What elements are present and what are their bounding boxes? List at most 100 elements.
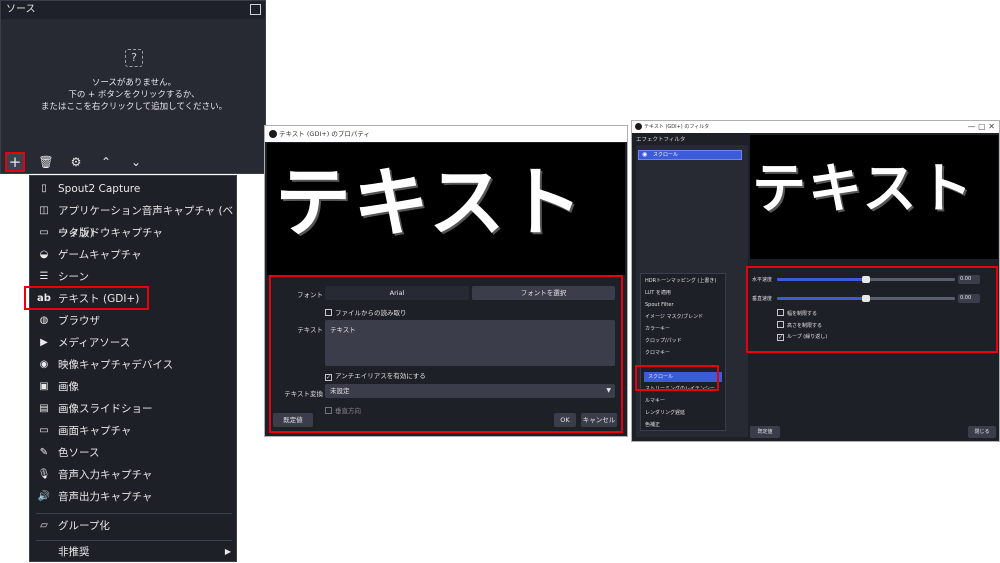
menu-item-app-audio[interactable]: ◫ アプリケーション音声キャプチャ (ベータ版)	[30, 200, 236, 239]
undock-icon[interactable]	[250, 4, 261, 15]
defaults-button[interactable]: 既定値	[273, 413, 313, 427]
sources-title: ソース	[6, 4, 36, 15]
limit-width-checkbox[interactable]: 幅を制限する	[777, 309, 817, 317]
menu-item-label: 映像キャプチャデバイス	[58, 359, 174, 371]
empty-line-2: 下の + ボタンをクリックするか、	[68, 90, 200, 100]
sources-empty-message[interactable]: ? ソースがありません。 下の + ボタンをクリックするか、 またはここを右クリ…	[1, 49, 267, 113]
dropdown-arrow-icon: ▼	[606, 387, 611, 394]
menu-item-browser[interactable]: ◍ ブラウザ	[30, 310, 236, 332]
v-speed-slider[interactable]	[777, 295, 955, 302]
filter-menu-item[interactable]: LUT を適用	[641, 288, 721, 298]
menu-item-label: グループ化	[58, 520, 110, 532]
vertical-checkbox[interactable]: 垂直方向	[325, 405, 361, 415]
menu-separator	[36, 513, 232, 514]
microphone-icon: 🎙	[37, 469, 51, 480]
menu-item-media-source[interactable]: ▶ メディアソース	[30, 332, 236, 354]
limit-height-checkbox[interactable]: 高さを制限する	[777, 321, 822, 329]
from-file-checkbox[interactable]: ファイルからの読み取り	[325, 307, 407, 317]
menu-item-label: メディアソース	[58, 337, 131, 349]
menu-item-label: 音声入力キャプチャ	[58, 469, 153, 481]
menu-item-scene[interactable]: ☰ シーン	[30, 266, 236, 288]
loop-label: ループ (繰り返し)	[787, 334, 828, 340]
menu-item-window-capture[interactable]: ▭ ウィンドウキャプチャ	[30, 222, 236, 244]
window-controls[interactable]: — ▢ ✕	[968, 121, 995, 133]
menu-item-image[interactable]: ▣ 画像	[30, 376, 236, 398]
filter-menu-item[interactable]: HDRトーンマッピング (上書き)	[641, 276, 721, 286]
gear-icon[interactable]: ⚙	[67, 155, 85, 169]
antialias-checkbox[interactable]: ✓ アンチエイリアスを有効にする	[325, 370, 426, 381]
checkbox-box[interactable]	[777, 309, 784, 316]
checkbox-checked[interactable]: ✓	[777, 334, 784, 341]
highlight-text-gdi	[24, 286, 149, 310]
filters-titlebar: テキスト (GDI+) のフィルタ — ▢ ✕	[632, 121, 999, 133]
checkbox-box[interactable]	[325, 309, 332, 316]
slider-handle[interactable]	[862, 276, 870, 283]
menu-item-audio-output[interactable]: 🔊 音声出力キャプチャ	[30, 486, 236, 508]
add-source-menu: ▯ Spout2 Capture ◫ アプリケーション音声キャプチャ (ベータ版) …	[29, 175, 237, 562]
chevron-up-icon[interactable]: ⌃	[97, 155, 115, 169]
limit-height-label: 高さを制限する	[787, 323, 823, 329]
vertical-label: 垂直方向	[335, 407, 361, 415]
ok-button[interactable]: OK	[554, 413, 576, 427]
plus-icon[interactable]: +	[5, 152, 25, 172]
trash-icon[interactable]: 🗑	[37, 155, 55, 169]
checkbox-box[interactable]	[325, 407, 332, 414]
chevron-down-icon[interactable]: ⌄	[127, 155, 145, 169]
obs-logo-icon	[635, 123, 642, 130]
checkbox-checked[interactable]: ✓	[325, 374, 332, 381]
filters-preview: テキスト	[750, 135, 998, 259]
menu-item-game-capture[interactable]: ◒ ゲームキャプチャ	[30, 244, 236, 266]
menu-item-image-slideshow[interactable]: ▤ 画像スライドショー	[30, 398, 236, 420]
play-icon: ▶	[40, 337, 48, 348]
properties-title: テキスト (GDI+) のプロパティ	[279, 130, 371, 138]
menu-item-deprecated[interactable]: 非推奨 ▶	[30, 541, 236, 563]
properties-preview: テキスト	[267, 143, 625, 275]
transform-select[interactable]: 未設定 ▼	[325, 384, 615, 398]
image-icon: ▣	[39, 381, 49, 392]
menu-item-audio-input[interactable]: 🎙 音声入力キャプチャ	[30, 464, 236, 486]
text-input[interactable]: テキスト	[325, 320, 615, 366]
menu-item-display-capture[interactable]: ▭ 画面キャプチャ	[30, 420, 236, 442]
filter-menu-item[interactable]: レンダリング遅延	[641, 408, 721, 418]
v-speed-input[interactable]: 0.00	[958, 294, 980, 303]
menu-item-color-source[interactable]: ✎ 色ソース	[30, 442, 236, 464]
cancel-button[interactable]: キャンセル	[581, 413, 617, 427]
menu-item-label: ブラウザ	[58, 315, 100, 327]
obs-logo-icon	[269, 130, 277, 138]
app-audio-icon: ◫	[39, 205, 49, 216]
menu-item-group[interactable]: ▱ グループ化	[30, 515, 236, 537]
checkbox-box[interactable]	[777, 321, 784, 328]
sources-dock: ソース ? ソースがありません。 下の + ボタンをクリックするか、 またはここ…	[0, 0, 266, 174]
properties-window: テキスト (GDI+) のプロパティ テキスト フォント Arial フォントを…	[264, 125, 628, 437]
filter-menu-item[interactable]: 色補正	[641, 420, 721, 430]
filters-defaults-button[interactable]: 既定値	[750, 426, 780, 438]
menu-item-spout2[interactable]: ▯ Spout2 Capture	[30, 178, 236, 200]
eye-icon[interactable]: ◉	[642, 151, 647, 159]
speaker-icon: 🔊	[37, 491, 51, 502]
list-icon: ☰	[39, 271, 49, 282]
text-label: テキスト	[297, 326, 323, 334]
loop-checkbox[interactable]: ✓ ループ (繰り返し)	[777, 333, 827, 341]
h-speed-slider[interactable]	[777, 276, 955, 283]
filter-menu-item[interactable]: クロマキー	[641, 348, 721, 358]
menu-item-video-capture[interactable]: ◉ 映像キャプチャデバイス	[30, 354, 236, 376]
menu-item-label: 画像	[58, 381, 79, 393]
transform-value: 未設定	[330, 387, 350, 395]
limit-width-label: 幅を制限する	[787, 311, 818, 317]
filter-menu-item[interactable]: ルマキー	[641, 396, 721, 406]
select-font-button[interactable]: フォントを選択	[472, 286, 615, 300]
filters-close-button[interactable]: 閉じる	[968, 426, 996, 438]
camera-icon: ◉	[39, 359, 49, 370]
filter-menu-item[interactable]: イメージ マスク/ブレンド	[641, 312, 721, 322]
font-value: Arial	[325, 286, 469, 300]
antialias-label: アンチエイリアスを有効にする	[335, 372, 426, 380]
filter-menu-item[interactable]: カラーキー	[641, 324, 721, 334]
from-file-label: ファイルからの読み取り	[335, 309, 407, 317]
filter-menu-item[interactable]: クロップ/パッド	[641, 336, 721, 346]
h-speed-input[interactable]: 0.00	[958, 275, 980, 284]
sources-header: ソース	[1, 1, 265, 19]
highlight-scroll-item	[635, 365, 719, 391]
filter-menu-item[interactable]: Spout Filter	[641, 300, 721, 310]
active-filter-item[interactable]: ◉ スクロール	[638, 150, 742, 160]
slider-handle[interactable]	[862, 295, 870, 302]
